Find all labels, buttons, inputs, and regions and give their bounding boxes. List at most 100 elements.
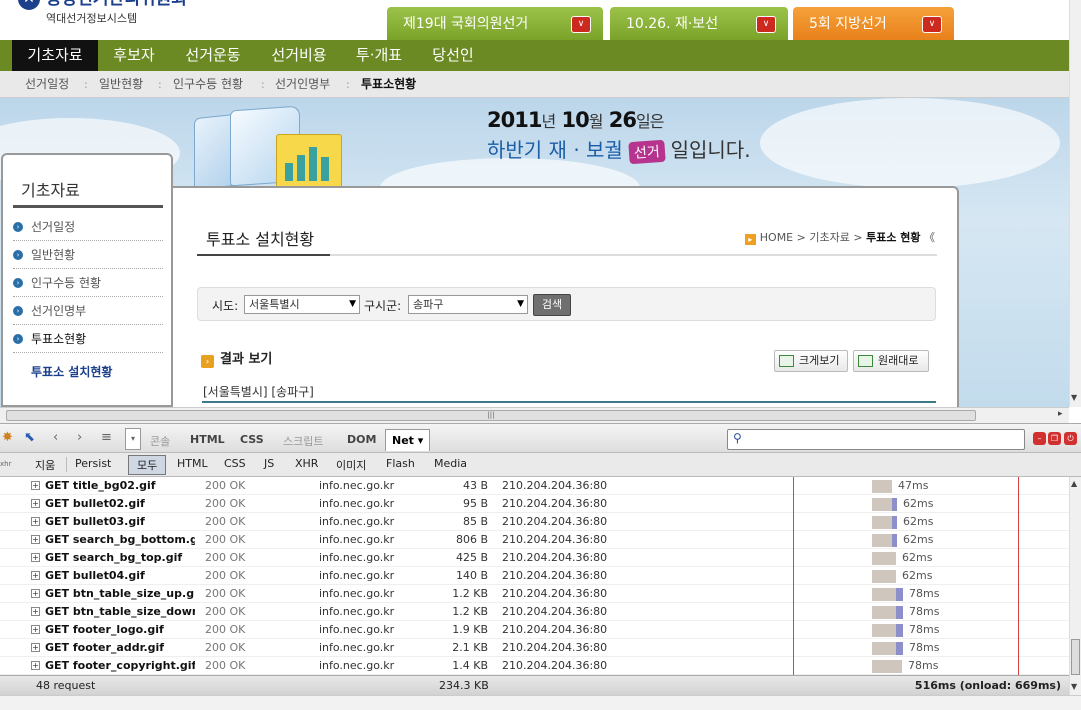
close-icon[interactable]: ⏻	[1064, 432, 1077, 445]
filter-separator	[66, 457, 67, 472]
filter-xhr[interactable]: XHR	[295, 457, 318, 470]
net-request-row[interactable]: + GET btn_table_size_up.gi 200 OK info.nec.…	[0, 585, 1069, 603]
sido-select[interactable]: 서울특별시 ▼	[244, 295, 360, 314]
firebug-bug-icon[interactable]: ✸	[2, 430, 13, 445]
expand-plus-icon[interactable]: +	[31, 499, 40, 508]
expand-plus-icon[interactable]: +	[31, 535, 40, 544]
expand-plus-icon[interactable]: +	[31, 589, 40, 598]
main-nav-winners[interactable]: 당선인	[418, 40, 488, 71]
net-request-row[interactable]: + GET search_bg_top.gif 200 OK info.nec.go.…	[0, 549, 1069, 567]
net-request-row[interactable]: + GET bullet04.gif 200 OK info.nec.go.kr 140…	[0, 567, 1069, 585]
expand-plus-icon[interactable]: +	[31, 643, 40, 652]
request-url: GET btn_table_size_up.gi	[45, 587, 195, 600]
left-menu-item-general[interactable]: › 일반현황	[13, 241, 163, 269]
zoom-reset-button[interactable]: 원래대로	[853, 350, 929, 372]
page-horizontal-scrollbar[interactable]: ||| ▸	[0, 407, 1069, 423]
sub-nav-population[interactable]: 인구수등 현황	[173, 71, 243, 98]
sub-nav-general[interactable]: 일반현황	[99, 71, 143, 98]
firebug-tab-console[interactable]: 콘솔	[150, 433, 170, 449]
scroll-right-icon[interactable]: ▸	[1058, 409, 1063, 419]
election-tab-by-election[interactable]: 10.26. 재·보선 ∨	[610, 7, 788, 41]
expand-plus-icon[interactable]: +	[31, 553, 40, 562]
net-request-row[interactable]: + GET footer_logo.gif 200 OK info.nec.go.kr…	[0, 621, 1069, 639]
filter-css[interactable]: CSS	[224, 457, 246, 470]
breadcrumb-collapse-icon[interactable]: 《	[924, 231, 935, 244]
net-vertical-scrollbar[interactable]: ▲ ▼	[1069, 477, 1081, 695]
scroll-down-icon[interactable]: ▼	[1071, 393, 1077, 402]
main-nav-expenses[interactable]: 선거비용	[258, 40, 340, 71]
scrollbar-thumb[interactable]: |||	[6, 410, 976, 421]
filter-html[interactable]: HTML	[177, 457, 208, 470]
election-tab-local[interactable]: 5회 지방선거 ∨	[793, 7, 954, 41]
search-button[interactable]: 검색	[533, 294, 571, 316]
net-request-row[interactable]: + GET btn_table_size_down 200 OK info.nec.g…	[0, 603, 1069, 621]
inspect-cursor-icon[interactable]: ⬉	[24, 430, 35, 445]
filter-flash[interactable]: Flash	[386, 457, 415, 470]
firebug-tab-net[interactable]: Net ▾	[385, 429, 431, 451]
detach-window-icon[interactable]: ❐	[1048, 432, 1061, 445]
expand-plus-icon[interactable]: +	[31, 481, 40, 490]
filter-all[interactable]: 모두	[128, 455, 167, 475]
net-request-row[interactable]: + GET title_bg02.gif 200 OK info.nec.go.kr 4…	[0, 477, 1069, 495]
main-nav-voting-counting[interactable]: 투·개표	[344, 40, 414, 71]
minimize-icon[interactable]: –	[1033, 432, 1046, 445]
list-icon[interactable]: ≡	[101, 430, 112, 445]
gu-select[interactable]: 송파구 ▼	[408, 295, 528, 314]
forward-chevron-icon[interactable]: ›	[77, 430, 82, 445]
dropdown-arrow-icon: ▼	[517, 299, 524, 309]
zoom-in-button[interactable]: 크게보기	[774, 350, 848, 372]
left-menu-item-polling-stations[interactable]: › 투표소현황	[13, 325, 163, 353]
net-request-row[interactable]: + GET footer_addr.gif 200 OK info.nec.go.kr…	[0, 639, 1069, 657]
net-request-row[interactable]: + GET footer_copyright.gif 200 OK info.nec.…	[0, 657, 1069, 675]
left-menu-item-population[interactable]: › 인구수등 현황	[13, 269, 163, 297]
firebug-tab-dom[interactable]: DOM	[347, 433, 376, 446]
election-tab-label: 5회 지방선거	[809, 16, 887, 32]
scroll-up-icon[interactable]: ▲	[1071, 479, 1077, 488]
firebug-tab-script[interactable]: 스크립트	[283, 433, 323, 449]
back-chevron-icon[interactable]: ‹	[53, 430, 58, 445]
scrollbar-thumb[interactable]	[1071, 639, 1080, 675]
filter-js[interactable]: JS	[264, 457, 274, 470]
filter-images[interactable]: 이미지	[336, 457, 366, 473]
expand-plus-icon[interactable]: +	[31, 571, 40, 580]
main-nav-basic-data[interactable]: 기초자료	[12, 40, 98, 71]
result-heading: › 결과 보기	[201, 348, 272, 368]
left-menu-item-voter-list[interactable]: › 선거인명부	[13, 297, 163, 325]
main-nav-candidates[interactable]: 후보자	[100, 40, 168, 71]
page-title: 투표소 설치현황	[206, 230, 315, 249]
net-request-row[interactable]: + GET bullet02.gif 200 OK info.nec.go.kr 95 …	[0, 495, 1069, 513]
chevron-down-icon[interactable]: ∨	[922, 16, 942, 33]
request-size: 1.9 KB	[452, 623, 488, 636]
status-bar	[0, 695, 1081, 710]
chevron-down-icon[interactable]: ∨	[571, 16, 591, 33]
firebug-search-input[interactable]: ⚲	[727, 429, 1025, 450]
sub-nav-schedule[interactable]: 선거일정	[25, 71, 69, 98]
scroll-down-icon[interactable]: ▼	[1071, 682, 1077, 691]
panel-menu-dropdown-icon[interactable]: ▾	[125, 428, 141, 450]
filter-media[interactable]: Media	[434, 457, 467, 470]
expand-plus-icon[interactable]: +	[31, 517, 40, 526]
net-request-row[interactable]: + GET bullet03.gif 200 OK info.nec.go.kr 85 …	[0, 513, 1069, 531]
election-tab-19th-assembly[interactable]: 제19대 국회의원선거 ∨	[387, 7, 603, 41]
main-nav-campaign[interactable]: 선거운동	[172, 40, 254, 71]
sub-nav-polling-stations[interactable]: 투표소현황	[361, 71, 416, 98]
breadcrumb-home[interactable]: HOME	[760, 231, 793, 244]
firebug-tab-css[interactable]: CSS	[240, 433, 264, 446]
sub-nav-voter-list[interactable]: 선거인명부	[275, 71, 330, 98]
filter-persist[interactable]: Persist	[75, 457, 111, 470]
page-vertical-scrollbar[interactable]: ▼	[1069, 0, 1081, 407]
net-request-row[interactable]: + GET search_bg_bottom.gi 200 OK info.nec.g…	[0, 531, 1069, 549]
firebug-tab-html[interactable]: HTML	[190, 433, 225, 446]
chevron-down-icon[interactable]: ∨	[756, 16, 776, 33]
breadcrumb-basic-data[interactable]: 기초자료	[809, 231, 849, 244]
left-menu-subitem-installation[interactable]: 투표소 설치현황	[31, 363, 112, 380]
expand-plus-icon[interactable]: +	[31, 661, 40, 670]
left-menu-item-schedule[interactable]: › 선거일정	[13, 213, 163, 241]
sub-nav: 선거일정 : 일반현황 : 인구수등 현황 : 선거인명부 : 투표소현황	[0, 71, 1069, 98]
firebug-toolbar: ✸ ⬉ ‹ › ≡ ▾ 콘솔 HTML CSS 스크립트 DOM Net ▾ ⚲…	[0, 423, 1081, 453]
request-status: 200 OK	[205, 533, 246, 546]
expand-plus-icon[interactable]: +	[31, 625, 40, 634]
timeline-wait-bar	[872, 570, 896, 583]
filter-clear[interactable]: 지움	[35, 457, 55, 473]
expand-plus-icon[interactable]: +	[31, 607, 40, 616]
